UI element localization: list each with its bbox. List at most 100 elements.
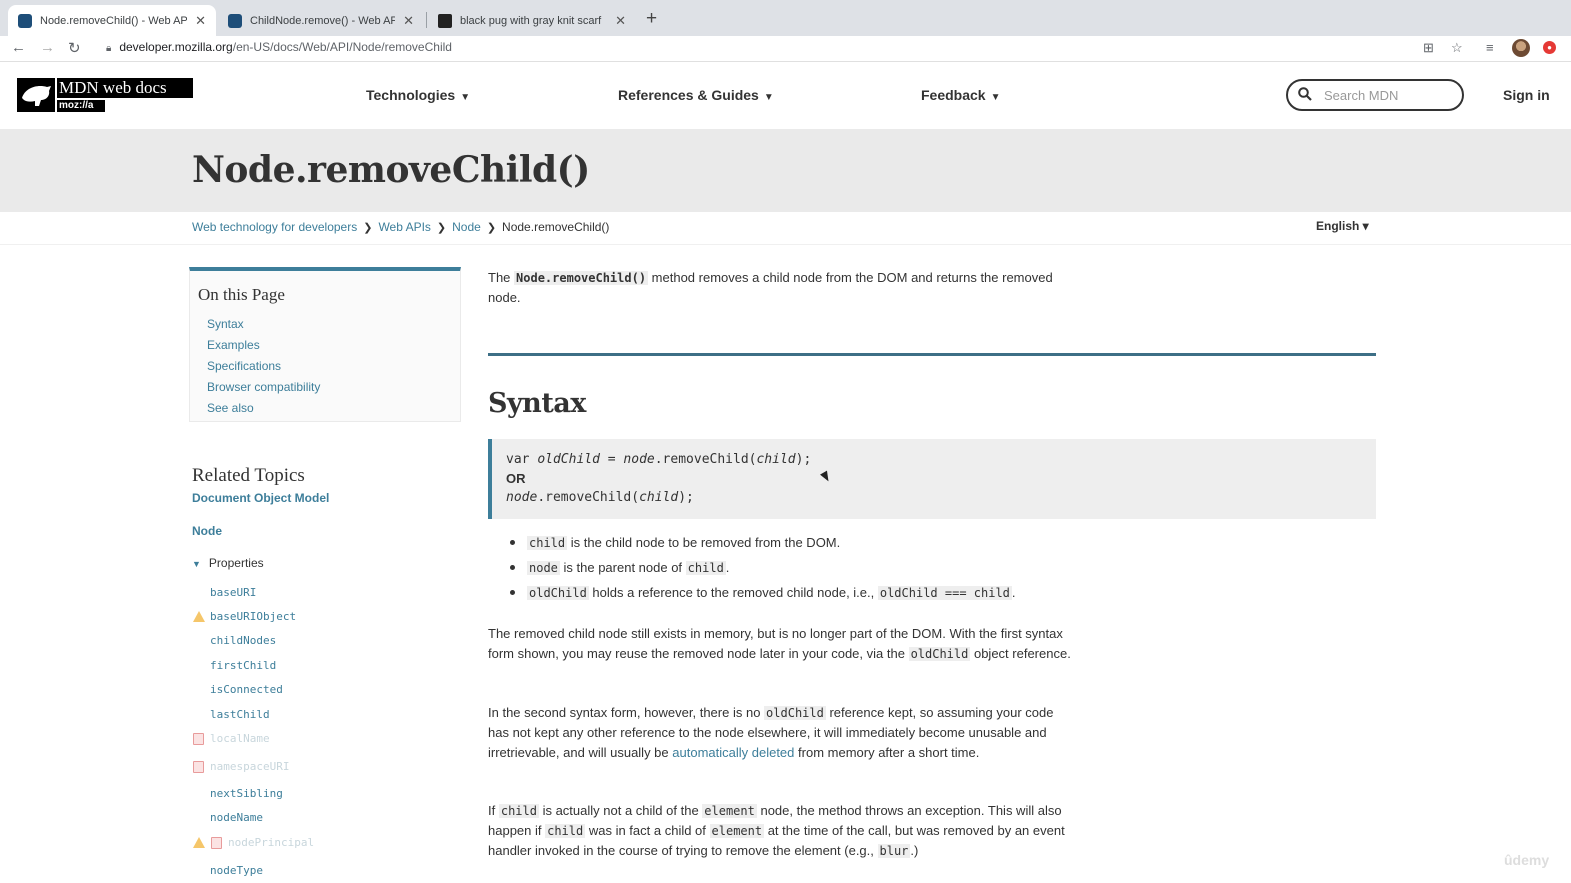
tab-black-pug[interactable]: black pug with gray knit scarf ✕ <box>428 5 636 36</box>
paragraph: The removed child node still exists in m… <box>488 624 1078 664</box>
mozilla-wordmark: moz://a <box>57 100 105 112</box>
triangle-down-icon: ▼ <box>192 559 201 569</box>
inline-code: Node.removeChild() <box>514 271 649 285</box>
reading-list-icon[interactable]: ≡ <box>1486 40 1494 55</box>
dinosaur-icon <box>17 78 55 112</box>
toc-specifications[interactable]: Specifications <box>207 359 281 373</box>
site-header: MDN web docs moz://a Technologies ▼ Refer… <box>0 63 1571 129</box>
prop-link[interactable]: baseURI <box>210 586 256 599</box>
syntax-code-block: var oldChild = node.removeChild(child); … <box>488 439 1376 519</box>
code-token: var <box>506 452 538 467</box>
toc-see-also[interactable]: See also <box>207 401 254 415</box>
breadcrumb-web-tech[interactable]: Web technology for developers <box>192 220 357 234</box>
inline-code: oldChild <box>908 647 971 661</box>
properties-toggle[interactable]: ▼ Properties <box>192 556 264 570</box>
prop-link[interactable]: firstChild <box>210 659 276 672</box>
related-node-link[interactable]: Node <box>192 524 222 538</box>
breadcrumb-web-apis[interactable]: Web APIs <box>378 220 430 234</box>
page-title: Node.removeChild() <box>192 149 590 191</box>
prop-link[interactable]: nodeName <box>210 811 263 824</box>
inline-code: blur <box>877 844 911 858</box>
toc-browser-compatibility[interactable]: Browser compatibility <box>207 380 320 394</box>
search-input[interactable] <box>1324 86 1454 104</box>
close-icon[interactable]: ✕ <box>615 13 626 29</box>
text: The <box>488 270 515 285</box>
tab-childnode-remove[interactable]: ChildNode.remove() - Web API ✕ <box>218 5 424 36</box>
on-this-page: On this Page Syntax Examples Specificati… <box>189 267 461 422</box>
browser-toolbar: ← → ↻ 🔒︎ developer.mozilla.org/en-US/docs… <box>0 36 1571 62</box>
properties-label: Properties <box>208 556 264 570</box>
code-token: ); <box>795 452 812 467</box>
address-bar[interactable]: 🔒︎ developer.mozilla.org/en-US/docs/Web/A… <box>106 40 452 54</box>
code-line: node.removeChild(child); <box>506 488 1376 507</box>
text: In the second syntax form, however, ther… <box>488 705 765 720</box>
prop-link[interactable]: nodeType <box>210 864 263 877</box>
lock-icon: 🔒︎ <box>106 43 112 54</box>
chevron-right-icon: ❯ <box>486 222 497 234</box>
nav-feedback[interactable]: Feedback ▼ <box>921 87 1001 103</box>
prop-link[interactable]: lastChild <box>210 708 270 721</box>
code-token: node <box>506 490 538 505</box>
breadcrumb-node[interactable]: Node <box>452 220 481 234</box>
code-token: .removeChild( <box>654 452 757 467</box>
syntax-heading: Syntax <box>488 388 586 419</box>
nav-technologies[interactable]: Technologies ▼ <box>366 87 470 103</box>
prop-link[interactable]: isConnected <box>210 683 283 696</box>
automatically-deleted-link[interactable]: automatically deleted <box>672 745 794 760</box>
back-arrow-icon[interactable]: ← <box>11 39 26 56</box>
trash-icon <box>211 837 222 849</box>
text: . <box>725 560 730 575</box>
url-host: developer.mozilla.org <box>119 40 233 54</box>
reload-icon[interactable]: ↻ <box>68 39 81 57</box>
translate-icon[interactable]: ⊞ <box>1423 40 1434 56</box>
inline-code: oldChild <box>764 706 826 720</box>
text: is the child node to be removed from the… <box>567 535 841 550</box>
prop-link-obsolete[interactable]: nodePrincipal <box>228 836 314 849</box>
intro-paragraph: The Node.removeChild() method removes a … <box>488 268 1078 308</box>
text: was in fact a child of <box>585 823 710 838</box>
nav-references-guides[interactable]: References & Guides ▼ <box>618 87 774 103</box>
tab-node-removechild[interactable]: Node.removeChild() - Web API ✕ <box>8 5 216 36</box>
breadcrumb-current: Node.removeChild() <box>502 220 610 234</box>
tab-title: black pug with gray knit scarf <box>460 14 602 27</box>
prop-link[interactable]: baseURIObject <box>210 610 296 623</box>
warning-icon <box>193 837 205 848</box>
related-dom-link[interactable]: Document Object Model <box>192 491 329 505</box>
toc-examples[interactable]: Examples <box>207 338 260 352</box>
language-selector[interactable]: English ▾ <box>1316 219 1369 233</box>
prop-link[interactable]: childNodes <box>210 634 276 647</box>
chevron-right-icon: ❯ <box>363 222 373 234</box>
new-tab-button[interactable]: + <box>646 8 657 30</box>
mdn-logo[interactable]: MDN web docs moz://a <box>17 78 193 112</box>
list-item: node is the parent node of child. <box>488 560 729 580</box>
code-token: node <box>623 452 655 467</box>
forward-arrow-icon[interactable]: → <box>40 39 55 56</box>
related-heading: Related Topics <box>192 465 305 486</box>
unsplash-favicon-icon <box>438 13 452 28</box>
sign-in-link[interactable]: Sign in <box>1503 87 1550 103</box>
star-bookmark-icon[interactable]: ☆ <box>1451 40 1463 56</box>
bullet-icon <box>510 540 515 545</box>
prop-link-obsolete[interactable]: localName <box>210 732 270 745</box>
search-box[interactable] <box>1286 79 1464 111</box>
paragraph: In the second syntax form, however, ther… <box>488 703 1078 763</box>
list-item: child is the child node to be removed fr… <box>488 535 840 555</box>
inline-code: child <box>545 824 586 838</box>
profile-avatar[interactable] <box>1512 39 1530 57</box>
close-icon[interactable]: ✕ <box>195 13 206 29</box>
toc-syntax[interactable]: Syntax <box>207 317 244 331</box>
code-token: = <box>599 452 624 467</box>
extension-icon[interactable]: ● <box>1543 41 1556 54</box>
text: holds a reference to the removed child n… <box>588 585 878 600</box>
caret-down-icon: ▼ <box>763 92 774 103</box>
inline-code: element <box>709 824 765 838</box>
trash-icon <box>193 761 204 773</box>
tab-title: ChildNode.remove() - Web API <box>250 14 396 27</box>
warning-icon <box>193 611 205 622</box>
mdn-favicon-icon <box>228 13 242 28</box>
prop-link[interactable]: nextSibling <box>210 787 283 800</box>
title-band: Node.removeChild() <box>0 129 1571 212</box>
prop-link-obsolete[interactable]: namespaceURI <box>210 760 289 773</box>
close-icon[interactable]: ✕ <box>403 13 414 29</box>
code-token: child <box>756 452 796 467</box>
